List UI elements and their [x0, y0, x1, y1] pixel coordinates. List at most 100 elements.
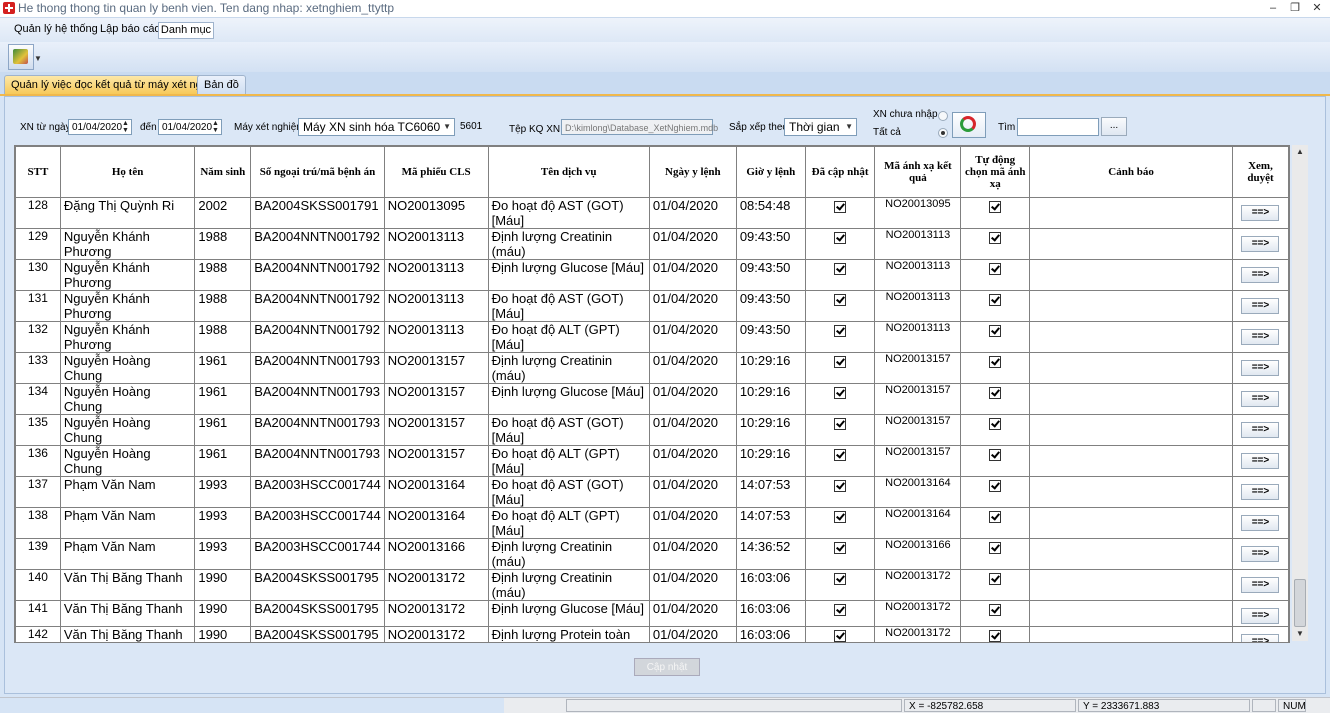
row-auto-checkbox[interactable]	[960, 538, 1031, 570]
checkbox-checked-icon[interactable]	[989, 387, 1002, 399]
spinner-icon[interactable]: ▲ ▼	[121, 120, 130, 134]
checkbox-checked-icon[interactable]	[834, 294, 847, 306]
search-button[interactable]: ...	[1101, 117, 1127, 136]
scroll-up-icon[interactable]: ▲	[1292, 145, 1308, 159]
row-updated-checkbox[interactable]	[804, 321, 876, 353]
checkbox-checked-icon[interactable]	[834, 630, 847, 642]
col-case[interactable]: Số ngoại trú/mã bệnh án	[250, 146, 385, 198]
checkbox-checked-icon[interactable]	[989, 356, 1002, 368]
col-name[interactable]: Họ tên	[59, 146, 196, 198]
view-approve-button[interactable]: ==>	[1241, 515, 1280, 531]
maximize-button[interactable]: ❐	[1284, 0, 1306, 16]
table-row[interactable]: 138 Phạm Văn Nam 1993 BA2003HSCC001744 NO200…	[15, 507, 1289, 539]
spinner-icon[interactable]: ▲ ▼	[211, 120, 220, 134]
row-updated-checkbox[interactable]	[804, 228, 876, 260]
tab-map[interactable]: Bản đồ	[197, 75, 246, 94]
checkbox-checked-icon[interactable]	[989, 418, 1002, 430]
row-auto-checkbox[interactable]	[960, 228, 1031, 260]
menu-reports[interactable]: Lập báo cáo	[100, 23, 161, 35]
view-approve-button[interactable]: ==>	[1241, 205, 1280, 221]
row-auto-checkbox[interactable]	[960, 197, 1031, 229]
checkbox-checked-icon[interactable]	[834, 480, 847, 492]
checkbox-checked-icon[interactable]	[989, 511, 1002, 523]
checkbox-checked-icon[interactable]	[834, 542, 847, 554]
checkbox-checked-icon[interactable]	[834, 387, 847, 399]
machine-select[interactable]: Máy XN sinh hóa TC6060 ▼	[298, 118, 455, 136]
checkbox-checked-icon[interactable]	[989, 630, 1002, 642]
file-path-input[interactable]: D:\kimlong\Database_XetNghiem.mdb	[561, 119, 718, 135]
from-date-input[interactable]: 01/04/2020 ▲ ▼	[68, 119, 132, 135]
chevron-down-icon[interactable]: ▼	[34, 50, 42, 68]
row-auto-checkbox[interactable]	[960, 259, 1031, 291]
row-updated-checkbox[interactable]	[804, 414, 876, 446]
view-approve-button[interactable]: ==>	[1241, 422, 1280, 438]
checkbox-checked-icon[interactable]	[989, 294, 1002, 306]
view-approve-button[interactable]: ==>	[1241, 453, 1280, 469]
row-updated-checkbox[interactable]	[804, 600, 876, 627]
checkbox-checked-icon[interactable]	[834, 325, 847, 337]
view-approve-button[interactable]: ==>	[1241, 391, 1280, 407]
checkbox-checked-icon[interactable]	[989, 325, 1002, 337]
table-row[interactable]: 139 Phạm Văn Nam 1993 BA2003HSCC001744 NO200…	[15, 538, 1289, 570]
row-auto-checkbox[interactable]	[960, 507, 1031, 539]
checkbox-checked-icon[interactable]	[989, 604, 1002, 616]
checkbox-checked-icon[interactable]	[989, 201, 1002, 213]
table-row[interactable]: 129 Nguyễn Khánh Phương 1988 BA2004NNTN0017…	[15, 228, 1289, 260]
row-updated-checkbox[interactable]	[804, 626, 876, 642]
col-map[interactable]: Mã ánh xạ kết quả	[874, 146, 962, 198]
view-approve-button[interactable]: ==>	[1241, 267, 1280, 283]
view-approve-button[interactable]: ==>	[1241, 634, 1280, 642]
table-row[interactable]: 134 Nguyễn Hoàng Chung 1961 BA2004NNTN00179…	[15, 383, 1289, 415]
view-approve-button[interactable]: ==>	[1241, 484, 1280, 500]
row-auto-checkbox[interactable]	[960, 476, 1031, 508]
col-stt[interactable]: STT	[15, 146, 61, 198]
refresh-button[interactable]	[952, 112, 986, 138]
close-button[interactable]: ✕	[1306, 0, 1328, 16]
view-approve-button[interactable]: ==>	[1241, 329, 1280, 345]
table-row[interactable]: 132 Nguyễn Khánh Phương 1988 BA2004NNTN0017…	[15, 321, 1289, 353]
col-time[interactable]: Giờ y lệnh	[735, 146, 806, 198]
update-button[interactable]: Cập nhật	[634, 658, 700, 676]
row-updated-checkbox[interactable]	[804, 383, 876, 415]
row-updated-checkbox[interactable]	[804, 290, 876, 322]
view-approve-button[interactable]: ==>	[1241, 236, 1280, 252]
toolbar-module-button[interactable]	[8, 44, 34, 70]
col-service[interactable]: Tên dịch vụ	[487, 146, 650, 198]
view-approve-button[interactable]: ==>	[1241, 577, 1280, 593]
to-date-input[interactable]: 01/04/2020 ▲ ▼	[158, 119, 222, 135]
menu-system[interactable]: Quản lý hệ thống	[14, 23, 98, 35]
radio-all[interactable]	[938, 128, 948, 138]
checkbox-checked-icon[interactable]	[989, 232, 1002, 244]
row-updated-checkbox[interactable]	[804, 352, 876, 384]
checkbox-checked-icon[interactable]	[834, 604, 847, 616]
sort-select[interactable]: Thời gian ▼	[784, 118, 857, 136]
col-date[interactable]: Ngày y lệnh	[648, 146, 737, 198]
checkbox-checked-icon[interactable]	[834, 418, 847, 430]
table-row[interactable]: 131 Nguyễn Khánh Phương 1988 BA2004NNTN0017…	[15, 290, 1289, 322]
col-auto[interactable]: Tự động chọn mã ánh xạ	[960, 146, 1031, 198]
row-auto-checkbox[interactable]	[960, 445, 1031, 477]
radio-pending[interactable]	[938, 111, 948, 121]
search-input[interactable]	[1017, 118, 1099, 136]
view-approve-button[interactable]: ==>	[1241, 360, 1280, 376]
table-row[interactable]: 140 Văn Thị Băng Thanh 1990 BA2004SKSS00179…	[15, 569, 1289, 601]
view-approve-button[interactable]: ==>	[1241, 608, 1280, 624]
checkbox-checked-icon[interactable]	[989, 573, 1002, 585]
checkbox-checked-icon[interactable]	[989, 263, 1002, 275]
row-auto-checkbox[interactable]	[960, 290, 1031, 322]
table-row[interactable]: 137 Phạm Văn Nam 1993 BA2003HSCC001744 NO200…	[15, 476, 1289, 508]
view-approve-button[interactable]: ==>	[1241, 546, 1280, 562]
col-updated[interactable]: Đã cập nhật	[804, 146, 876, 198]
row-auto-checkbox[interactable]	[960, 414, 1031, 446]
table-row[interactable]: 142 Văn Thị Băng Thanh 1990 BA2004SKSS00179…	[15, 626, 1289, 642]
row-auto-checkbox[interactable]	[960, 626, 1031, 642]
checkbox-checked-icon[interactable]	[834, 232, 847, 244]
checkbox-checked-icon[interactable]	[834, 573, 847, 585]
checkbox-checked-icon[interactable]	[834, 356, 847, 368]
table-row[interactable]: 130 Nguyễn Khánh Phương 1988 BA2004NNTN0017…	[15, 259, 1289, 291]
col-cls[interactable]: Mã phiếu CLS	[383, 146, 489, 198]
row-auto-checkbox[interactable]	[960, 352, 1031, 384]
col-view[interactable]: Xem, duyệt	[1231, 146, 1289, 198]
row-updated-checkbox[interactable]	[804, 476, 876, 508]
menu-catalog-button[interactable]: Danh mục	[158, 22, 214, 39]
